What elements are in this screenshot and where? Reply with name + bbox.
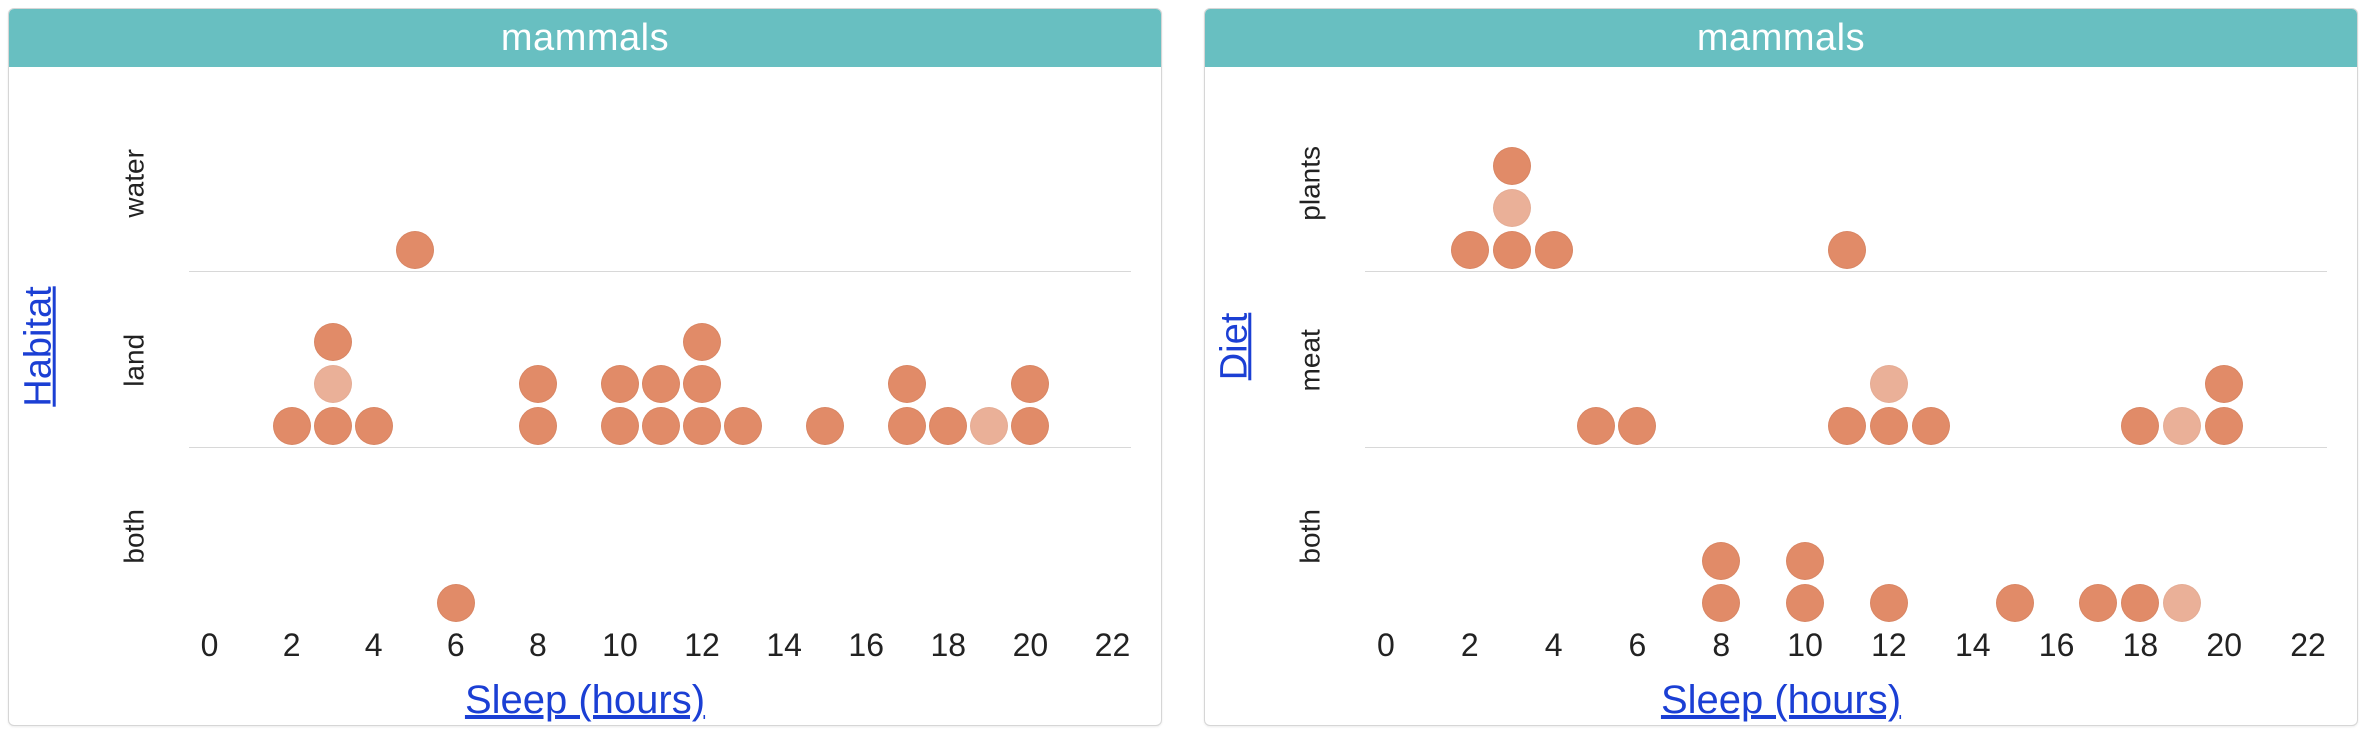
x-tick: 6 (1629, 627, 1647, 664)
x-tick: 14 (766, 627, 802, 664)
data-dot[interactable] (601, 407, 639, 445)
data-dot[interactable] (2121, 407, 2159, 445)
data-dot[interactable] (1702, 584, 1740, 622)
data-dot[interactable] (888, 365, 926, 403)
x-axis-title: Sleep (hours) (9, 678, 1161, 723)
x-tick: 12 (684, 627, 720, 664)
data-dot[interactable] (2163, 407, 2201, 445)
data-dot[interactable] (1912, 407, 1950, 445)
data-dot[interactable] (806, 407, 844, 445)
data-dot[interactable] (683, 323, 721, 361)
row-divider (1365, 271, 2327, 272)
x-tick: 18 (2123, 627, 2159, 664)
data-dot[interactable] (1702, 542, 1740, 580)
data-dot[interactable] (519, 365, 557, 403)
panel-title: mammals (1205, 9, 2357, 67)
data-dot[interactable] (1011, 365, 1049, 403)
data-dot[interactable] (1786, 542, 1824, 580)
x-tick: 14 (1955, 627, 1991, 664)
x-tick-row: 0 2 4 6 8 10 12 14 16 18 20 22 (1365, 627, 2327, 667)
x-tick: 0 (201, 627, 219, 664)
row-divider (189, 447, 1131, 448)
x-axis-title: Sleep (hours) (1205, 678, 2357, 723)
x-tick: 12 (1871, 627, 1907, 664)
row-divider (1365, 447, 2327, 448)
data-dot[interactable] (1786, 584, 1824, 622)
data-dot[interactable] (519, 407, 557, 445)
x-tick: 0 (1377, 627, 1395, 664)
x-tick: 6 (447, 627, 465, 664)
data-dot[interactable] (970, 407, 1008, 445)
data-dot[interactable] (601, 365, 639, 403)
plot-area (1365, 97, 2327, 625)
plot-region: Habitat bothlandwater 024681012141618202… (9, 67, 1161, 725)
plot-region: Diet bothmeatplants 0246810121416182022 … (1205, 67, 2357, 725)
data-dot[interactable] (1828, 231, 1866, 269)
x-tick: 22 (1095, 627, 1131, 664)
data-dot[interactable] (1493, 189, 1531, 227)
data-dot[interactable] (273, 407, 311, 445)
data-dot[interactable] (314, 365, 352, 403)
x-tick: 2 (1461, 627, 1479, 664)
x-tick: 4 (1545, 627, 1563, 664)
x-axis-link[interactable]: Sleep (hours) (465, 678, 705, 722)
x-tick: 4 (365, 627, 383, 664)
data-dot[interactable] (2079, 584, 2117, 622)
data-dot[interactable] (314, 323, 352, 361)
row-divider (189, 271, 1131, 272)
panel-habitat: mammals Habitat bothlandwater 0246810121… (8, 8, 1162, 726)
x-tick: 18 (931, 627, 967, 664)
data-dot[interactable] (642, 407, 680, 445)
data-dot[interactable] (1577, 407, 1615, 445)
data-dot[interactable] (929, 407, 967, 445)
data-dot[interactable] (2121, 584, 2159, 622)
data-dot[interactable] (642, 365, 680, 403)
data-dot[interactable] (1493, 147, 1531, 185)
x-tick: 22 (2290, 627, 2326, 664)
data-dot[interactable] (355, 407, 393, 445)
x-axis-link[interactable]: Sleep (hours) (1661, 678, 1901, 722)
x-tick: 16 (2039, 627, 2075, 664)
data-dot[interactable] (1870, 365, 1908, 403)
page: mammals Habitat bothlandwater 0246810121… (0, 0, 2376, 734)
data-dot[interactable] (888, 407, 926, 445)
x-tick: 16 (848, 627, 884, 664)
panel-diet: mammals Diet bothmeatplants 024681012141… (1204, 8, 2358, 726)
data-dot[interactable] (396, 231, 434, 269)
data-dot[interactable] (2205, 407, 2243, 445)
data-dot[interactable] (1870, 584, 1908, 622)
data-dot[interactable] (724, 407, 762, 445)
data-dot[interactable] (314, 407, 352, 445)
data-dot[interactable] (683, 407, 721, 445)
data-dot[interactable] (1996, 584, 2034, 622)
x-tick: 20 (1013, 627, 1049, 664)
data-dot[interactable] (1618, 407, 1656, 445)
data-dot[interactable] (1535, 231, 1573, 269)
data-dot[interactable] (2163, 584, 2201, 622)
x-tick: 10 (1787, 627, 1823, 664)
plot-area (189, 97, 1131, 625)
data-dot[interactable] (683, 365, 721, 403)
x-tick: 20 (2206, 627, 2242, 664)
data-dot[interactable] (1011, 407, 1049, 445)
data-dot[interactable] (2205, 365, 2243, 403)
data-dot[interactable] (1493, 231, 1531, 269)
x-tick: 8 (529, 627, 547, 664)
panel-title: mammals (9, 9, 1161, 67)
y-category-labels: bothlandwater (99, 97, 171, 625)
data-dot[interactable] (1870, 407, 1908, 445)
data-dot[interactable] (1828, 407, 1866, 445)
x-tick: 10 (602, 627, 638, 664)
y-category-labels: bothmeatplants (1275, 97, 1347, 625)
data-dot[interactable] (1451, 231, 1489, 269)
x-tick: 2 (283, 627, 301, 664)
x-tick-row: 0 2 4 6 8 10 12 14 16 18 20 22 (189, 627, 1131, 667)
data-dot[interactable] (437, 584, 475, 622)
x-tick: 8 (1712, 627, 1730, 664)
